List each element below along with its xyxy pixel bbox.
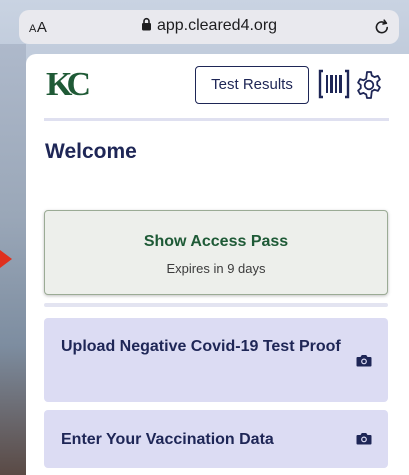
access-pass-expiry: Expires in 9 days [166, 261, 266, 276]
browser-address-bar[interactable]: AA app.cleared4.org [19, 10, 399, 44]
enter-vaccination-data-button[interactable]: Enter Your Vaccination Data [44, 410, 388, 468]
red-arrow-marker [0, 250, 12, 268]
show-access-pass-button[interactable]: Show Access Pass Expires in 9 days [44, 210, 388, 295]
reload-icon[interactable] [373, 18, 391, 36]
url-text: app.cleared4.org [156, 17, 278, 34]
page-title: Welcome [45, 140, 137, 163]
header-divider [44, 118, 389, 121]
test-results-button[interactable]: Test Results [195, 66, 309, 104]
upload-test-proof-button[interactable]: Upload Negative Covid-19 Test Proof [44, 318, 388, 402]
lock-icon [141, 17, 151, 31]
upload-test-proof-label: Upload Negative Covid-19 Test Proof [61, 338, 341, 355]
camera-icon [356, 355, 372, 367]
kc-logo[interactable]: KC [46, 68, 91, 102]
app-page: KC Test Results Welcome Show Access Pass… [26, 54, 409, 475]
vaccination-data-label: Enter Your Vaccination Data [61, 431, 274, 448]
section-divider [44, 303, 388, 307]
camera-icon [356, 433, 372, 445]
access-pass-title: Show Access Pass [143, 233, 289, 250]
gear-icon[interactable] [354, 70, 384, 100]
url-display[interactable]: app.cleared4.org [19, 17, 399, 35]
barcode-icon[interactable] [318, 68, 350, 100]
